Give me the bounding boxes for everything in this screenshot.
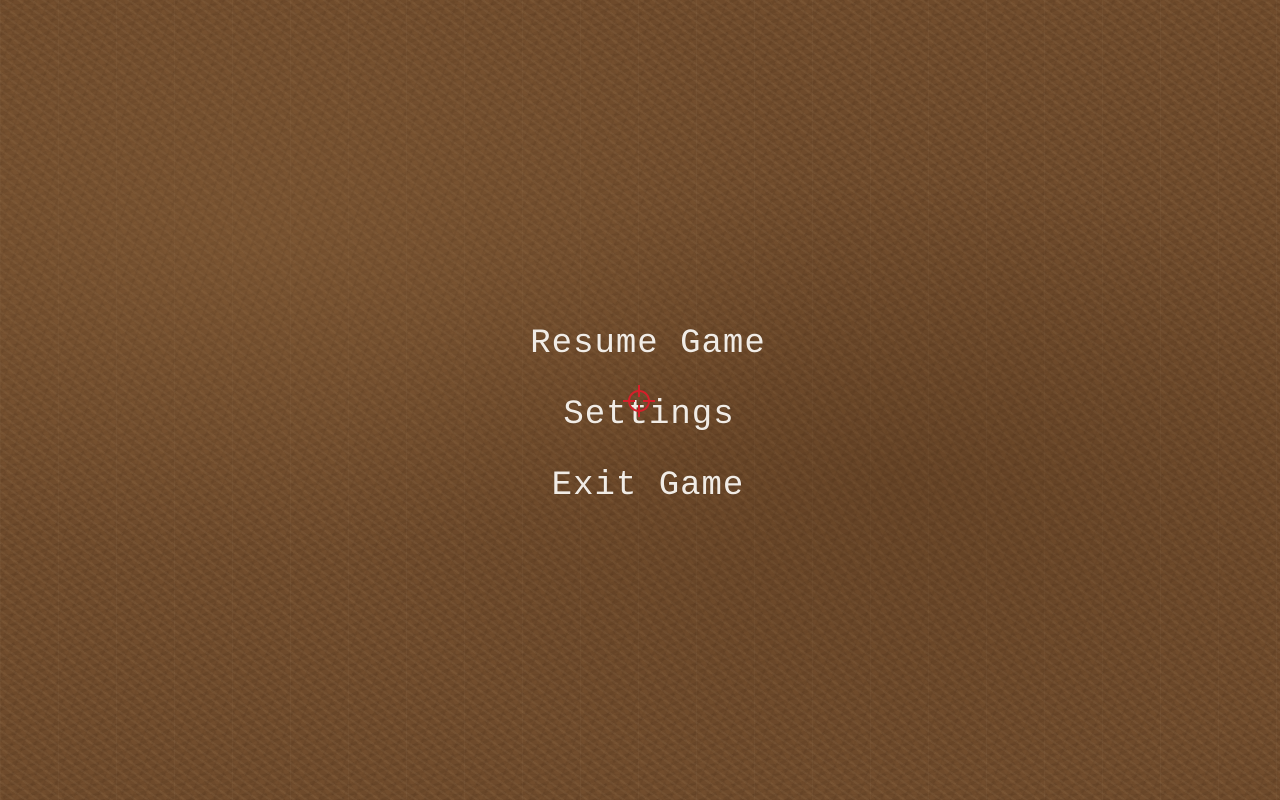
exit-game-button[interactable]: Exit Game bbox=[538, 462, 758, 510]
resume-game-button[interactable]: Resume Game bbox=[513, 320, 783, 368]
pause-menu: Resume Game Settings Exit Game bbox=[0, 320, 1280, 533]
crosshair-icon bbox=[623, 385, 655, 417]
